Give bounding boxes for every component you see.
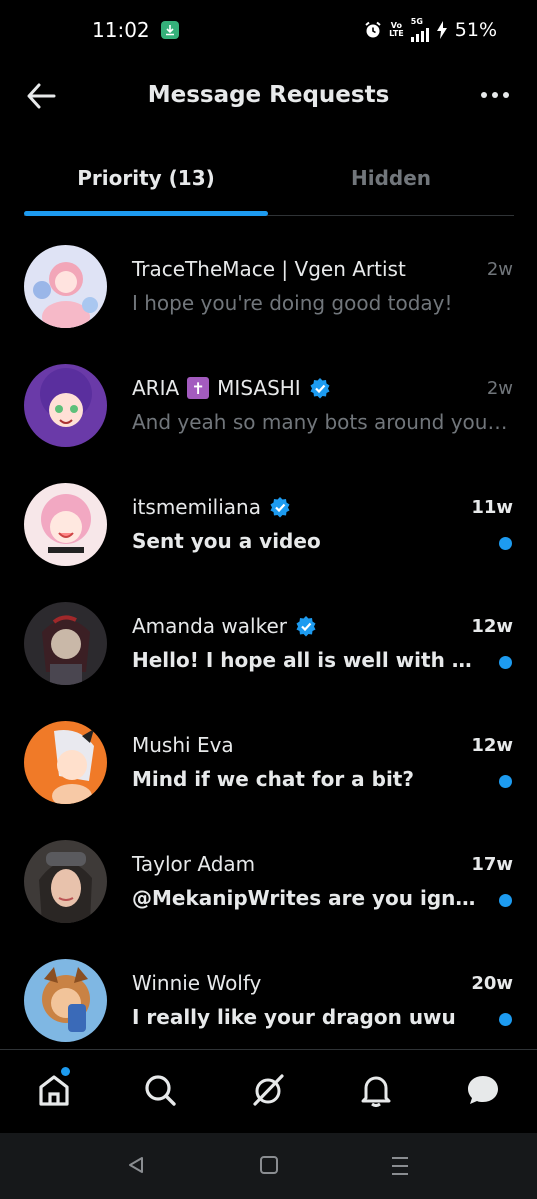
search-icon[interactable] — [140, 1070, 180, 1110]
download-icon — [161, 21, 179, 39]
list-item[interactable]: ARIA ✝ MISASHI 2w And yeah so many bots … — [0, 346, 537, 465]
grok-icon[interactable] — [248, 1070, 288, 1110]
list-item[interactable]: Winnie Wolfy 20w I really like your drag… — [0, 941, 537, 1060]
status-time: 11:02 — [92, 18, 150, 42]
list-item[interactable]: Amanda walker 12w Hello! I hope all is w… — [0, 584, 537, 703]
avatar[interactable] — [24, 840, 107, 923]
sender-name: TraceTheMace | Vgen Artist — [132, 257, 406, 281]
charging-icon — [436, 21, 447, 39]
avatar[interactable] — [24, 245, 107, 328]
unread-dot — [499, 1013, 512, 1026]
tab-hidden[interactable]: Hidden — [268, 166, 514, 190]
page-title: Message Requests — [147, 82, 390, 108]
timestamp: 12w — [471, 616, 513, 637]
verified-badge-icon — [296, 616, 316, 637]
top-app-bar: Message Requests — [0, 62, 537, 132]
home-icon[interactable] — [34, 1070, 74, 1110]
timestamp: 2w — [486, 378, 513, 399]
signal-icon: 5G — [410, 18, 429, 42]
active-tab-indicator — [24, 211, 268, 216]
alarm-icon — [365, 21, 381, 38]
list-item[interactable]: itsmemiliana 11w Sent you a video — [0, 465, 537, 584]
sender-name: ARIA ✝ MISASHI — [132, 376, 331, 400]
bottom-nav-bar — [0, 1049, 537, 1134]
tab-priority[interactable]: Priority (13) — [24, 166, 268, 190]
battery-level: 51% — [454, 19, 497, 41]
avatar[interactable] — [24, 483, 107, 566]
status-bar: 11:02 Vo LTE 5G 51% — [0, 0, 537, 62]
message-preview: Hello! I hope all is well with you, ... — [132, 648, 482, 672]
system-nav-bar — [0, 1133, 537, 1199]
avatar[interactable] — [24, 721, 107, 804]
message-preview: I really like your dragon uwu — [132, 1005, 456, 1029]
message-preview: I hope you're doing good today! — [132, 291, 453, 315]
verified-badge-icon — [270, 497, 290, 518]
avatar[interactable] — [24, 602, 107, 685]
message-preview: And yeah so many bots around you ... — [132, 410, 512, 434]
sender-name: Mushi Eva — [132, 733, 234, 757]
message-preview: Mind if we chat for a bit? — [132, 767, 414, 791]
timestamp: 11w — [471, 497, 513, 518]
system-recents-icon[interactable] — [390, 1155, 410, 1181]
message-preview: @MekanipWrites are you ignorin... — [132, 886, 482, 910]
system-home-icon[interactable] — [259, 1155, 279, 1179]
verified-badge-icon — [310, 378, 330, 399]
unread-dot — [499, 894, 512, 907]
list-item[interactable]: TraceTheMace | Vgen Artist 2w I hope you… — [0, 227, 537, 346]
message-preview: Sent you a video — [132, 529, 321, 553]
notification-dot — [61, 1067, 70, 1076]
volte-icon: Vo LTE — [389, 21, 404, 38]
unread-dot — [499, 537, 512, 550]
sender-name: Taylor Adam — [132, 852, 256, 876]
timestamp: 17w — [471, 854, 513, 875]
system-back-icon[interactable] — [126, 1155, 146, 1179]
unread-dot — [499, 656, 512, 669]
timestamp: 20w — [471, 973, 513, 994]
sender-name: Amanda walker — [132, 614, 317, 638]
sender-name: Winnie Wolfy — [132, 971, 262, 995]
messages-icon[interactable] — [463, 1070, 503, 1110]
more-options-icon[interactable] — [481, 92, 509, 98]
timestamp: 12w — [471, 735, 513, 756]
avatar[interactable] — [24, 364, 107, 447]
list-item[interactable]: Mushi Eva 12w Mind if we chat for a bit? — [0, 703, 537, 822]
bell-icon[interactable] — [356, 1070, 396, 1110]
cross-emoji-icon: ✝ — [187, 377, 210, 399]
tab-bar: Priority (13) Hidden — [24, 150, 514, 216]
unread-dot — [499, 775, 512, 788]
status-indicators: Vo LTE 5G 51% — [364, 18, 497, 42]
sender-name: itsmemiliana — [132, 495, 291, 519]
list-item[interactable]: Taylor Adam 17w @MekanipWrites are you i… — [0, 822, 537, 941]
avatar[interactable] — [24, 959, 107, 1042]
timestamp: 2w — [486, 259, 513, 280]
